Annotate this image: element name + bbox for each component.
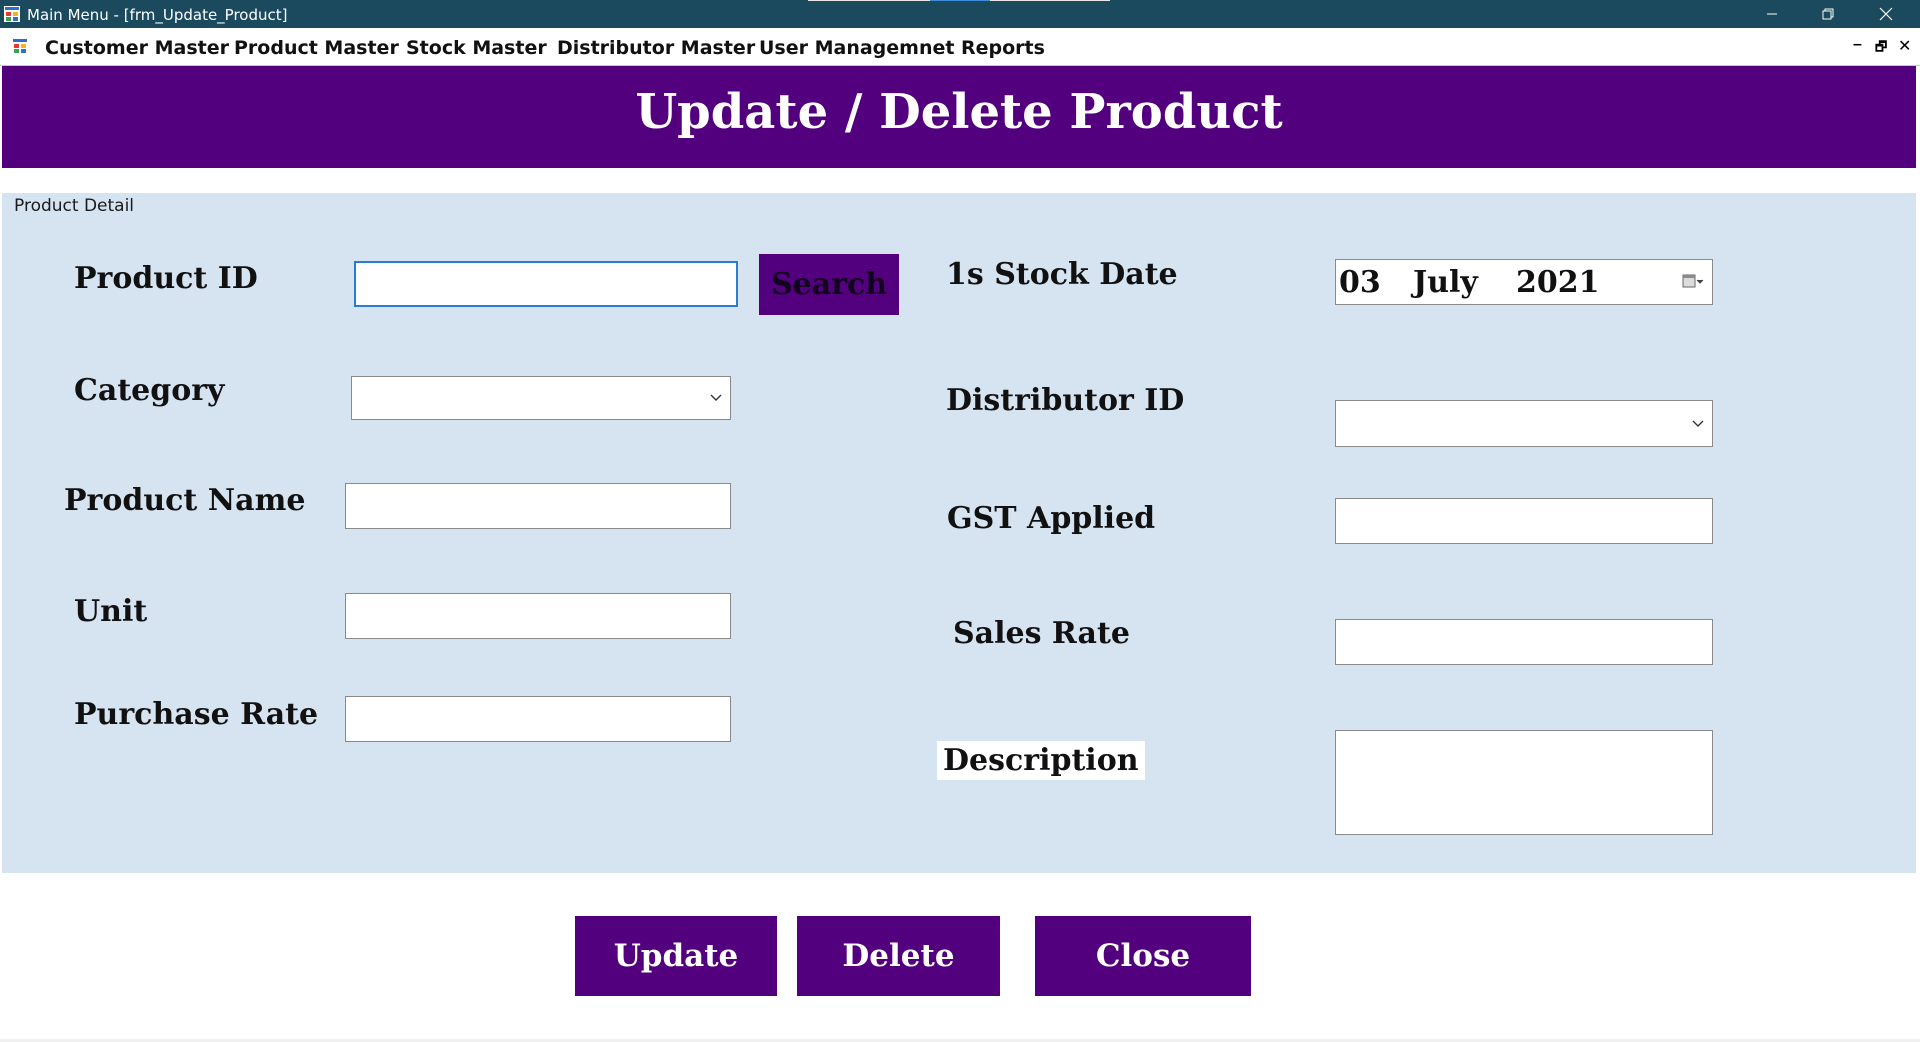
category-label: Category — [74, 373, 225, 408]
purchase-rate-input[interactable] — [346, 697, 730, 741]
calendar-dropdown-icon[interactable] — [1682, 272, 1704, 290]
mdi-minimize-button[interactable]: – — [1853, 36, 1862, 54]
page-title: Update / Delete Product — [635, 84, 1283, 140]
update-button[interactable]: Update — [575, 916, 777, 996]
date-month[interactable]: July — [1413, 265, 1478, 300]
description-field[interactable] — [1335, 730, 1713, 835]
chevron-down-icon — [1692, 420, 1704, 427]
unit-field[interactable] — [345, 593, 731, 639]
unit-label: Unit — [74, 594, 148, 629]
search-button[interactable]: Search — [759, 254, 899, 315]
sales-rate-input[interactable] — [1336, 620, 1712, 664]
unit-input[interactable] — [346, 594, 730, 638]
description-label: Description — [937, 741, 1145, 780]
restore-button[interactable] — [1800, 0, 1856, 28]
gst-applied-field[interactable] — [1335, 498, 1713, 544]
titlebar-accent-highlight — [930, 0, 990, 1]
date-day[interactable]: 03 — [1339, 265, 1381, 300]
menu-stock-master[interactable]: Stock Master — [406, 37, 547, 59]
menu-product-master[interactable]: Product Master — [234, 37, 399, 59]
product-name-field[interactable] — [345, 483, 731, 529]
chevron-down-icon — [710, 394, 722, 401]
purchase-rate-label: Purchase Rate — [74, 697, 319, 732]
close-window-button[interactable] — [1858, 0, 1914, 28]
product-name-input[interactable] — [346, 484, 730, 528]
window-title: Main Menu - [frm_Update_Product] — [27, 6, 288, 24]
mdi-restore-button[interactable]: 🗗 — [1875, 38, 1887, 60]
form-header: Update / Delete Product — [2, 66, 1916, 168]
menu-customer-master[interactable]: Customer Master — [45, 37, 229, 59]
category-dropdown[interactable] — [351, 376, 731, 420]
group-title: Product Detail — [14, 196, 135, 216]
sales-rate-label: Sales Rate — [953, 616, 1130, 651]
date-year[interactable]: 2021 — [1516, 265, 1600, 300]
app-form-icon — [4, 6, 20, 22]
close-icon — [1879, 7, 1893, 21]
sales-rate-field[interactable] — [1335, 619, 1713, 665]
distributor-id-label: Distributor ID — [946, 383, 1185, 418]
purchase-rate-field[interactable] — [345, 696, 731, 742]
gst-applied-input[interactable] — [1336, 499, 1712, 543]
product-id-input[interactable] — [356, 263, 736, 305]
product-detail-group: Product Detail Product ID Search Categor… — [2, 193, 1916, 873]
menu-distributor-master[interactable]: Distributor Master — [557, 37, 755, 59]
description-textarea[interactable] — [1336, 731, 1712, 834]
minimize-icon — [1767, 13, 1777, 15]
mdi-child-icon — [12, 38, 28, 54]
menu-reports[interactable]: Reports — [961, 37, 1045, 59]
product-name-label: Product Name — [64, 483, 306, 518]
mdi-close-button[interactable]: ✕ — [1898, 36, 1911, 56]
product-id-label: Product ID — [74, 261, 258, 296]
menu-user-management[interactable]: User Managemnet — [759, 37, 954, 59]
menu-bar: Customer Master Product Master Stock Mas… — [0, 28, 1920, 66]
delete-button[interactable]: Delete — [797, 916, 1000, 996]
stock-date-picker[interactable]: 03 July 2021 — [1335, 259, 1713, 305]
distributor-id-dropdown[interactable] — [1335, 400, 1713, 447]
minimize-button[interactable] — [1744, 0, 1800, 28]
gst-applied-label: GST Applied — [947, 501, 1156, 536]
window-titlebar: Main Menu - [frm_Update_Product] — [0, 0, 1920, 28]
close-button[interactable]: Close — [1035, 916, 1251, 996]
restore-icon — [1822, 8, 1834, 20]
stock-date-label: 1s Stock Date — [946, 257, 1178, 292]
product-id-field[interactable] — [354, 261, 738, 307]
